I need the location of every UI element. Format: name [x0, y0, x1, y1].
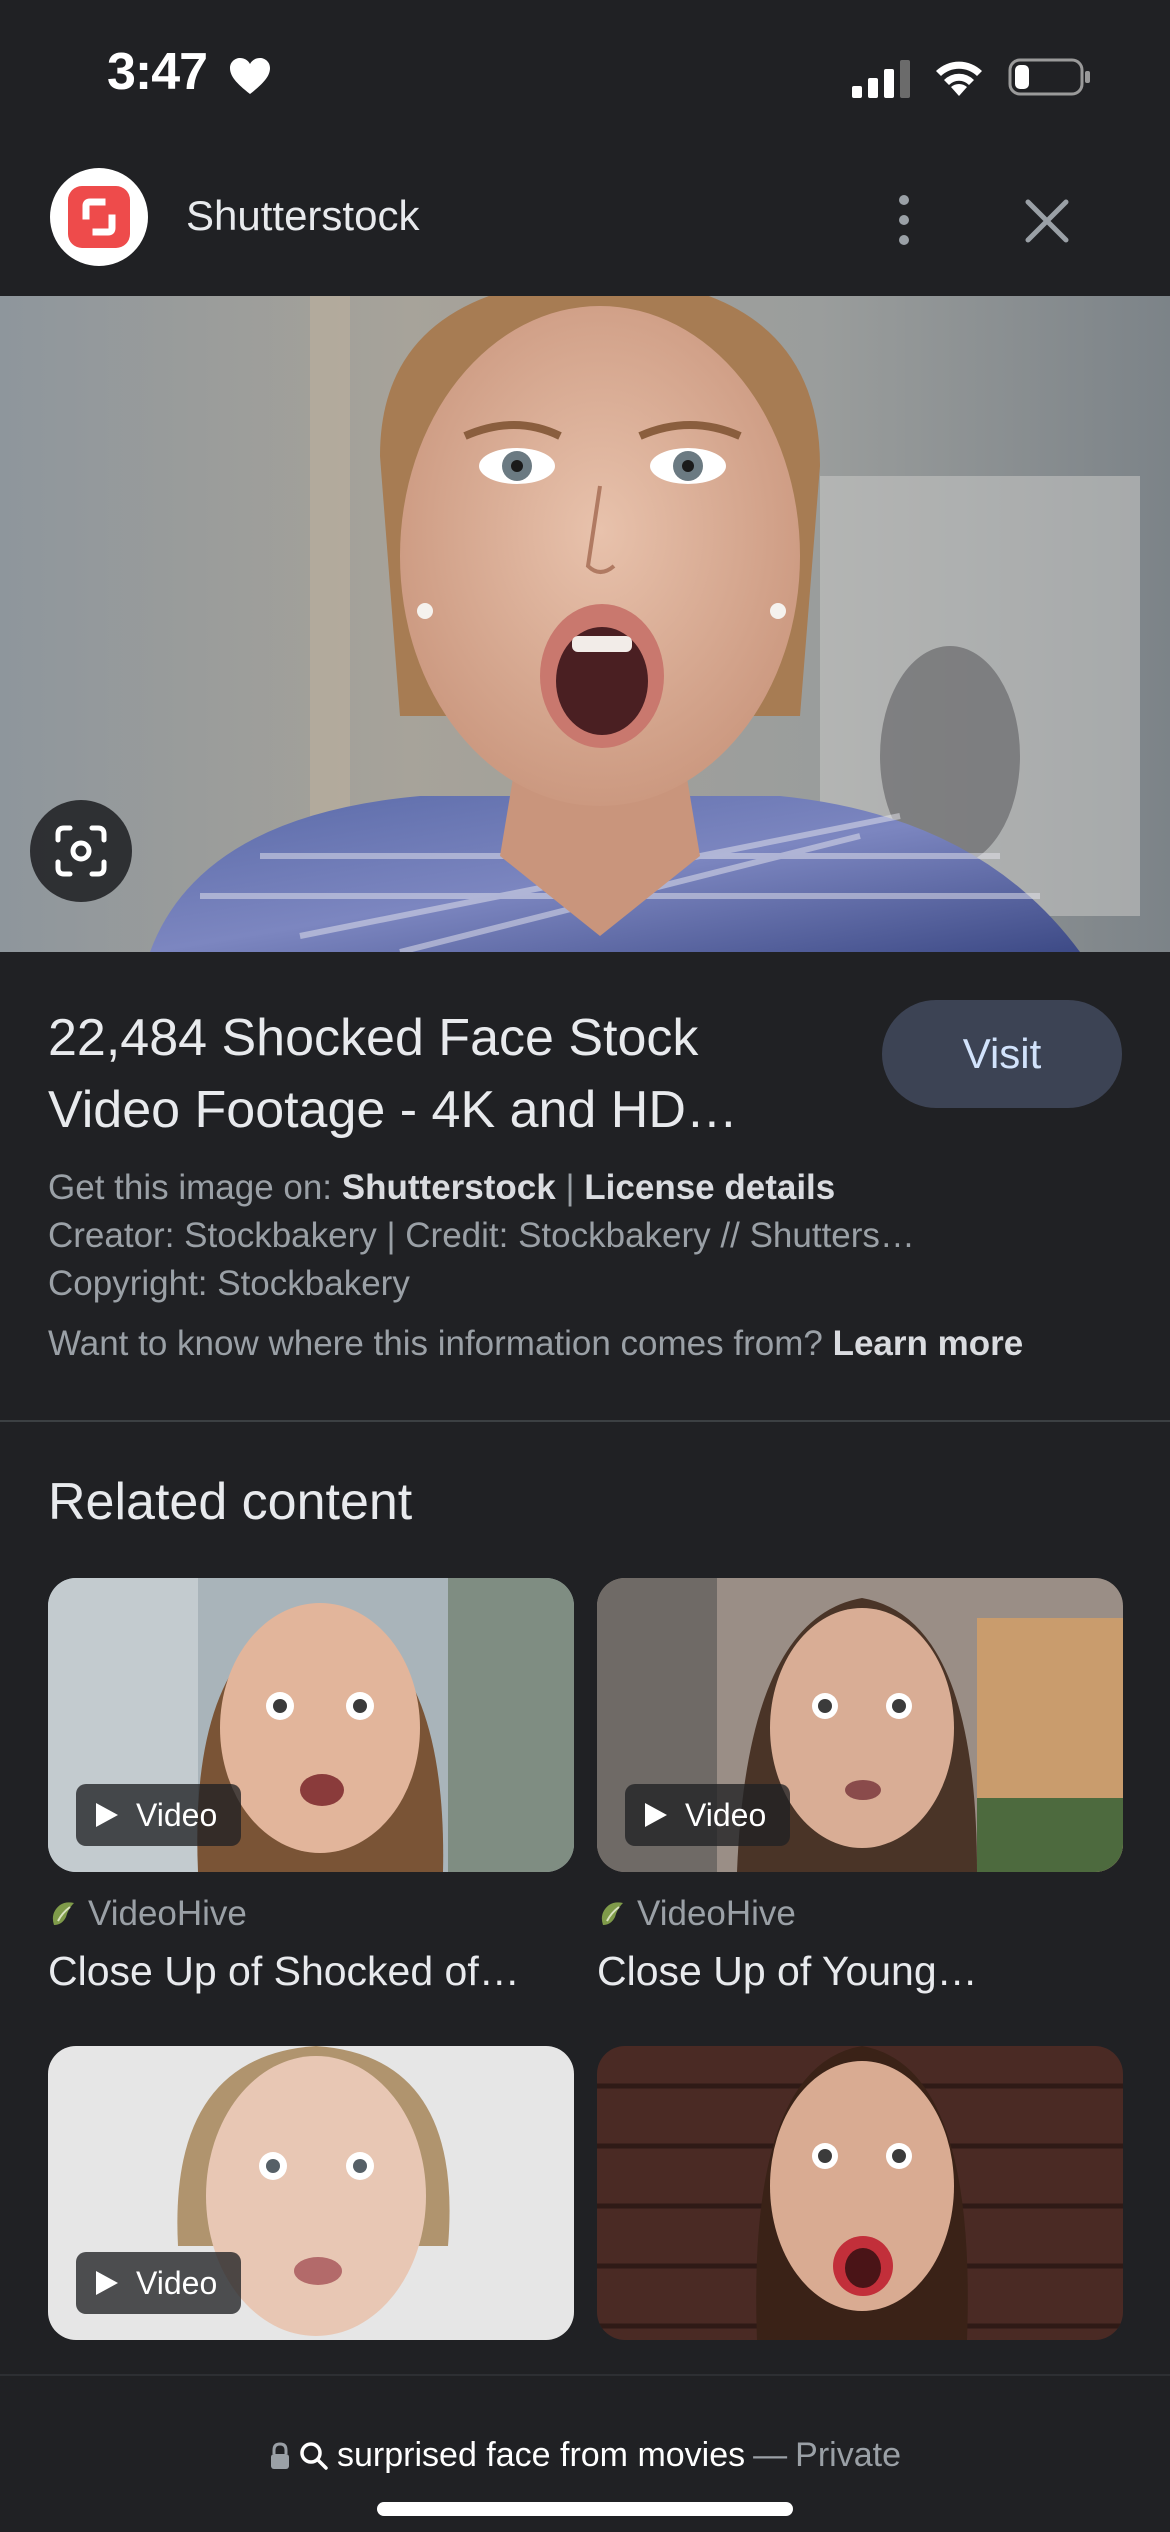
separator: | — [565, 1168, 575, 1207]
info-source-line: Want to know where this information come… — [48, 1324, 1023, 1364]
section-divider — [0, 1420, 1170, 1422]
get-image-prefix: Get this image on: — [48, 1168, 333, 1207]
video-badge: Video — [76, 1784, 242, 1846]
related-thumbnail[interactable]: Video — [48, 2046, 574, 2340]
wifi-icon — [936, 61, 982, 96]
related-thumbnail[interactable] — [597, 2046, 1123, 2340]
address-bar-text[interactable]: surprised face from movies — Private — [0, 2436, 1170, 2475]
related-card[interactable]: Video VideoHive Close Up of Young… — [597, 1578, 1123, 1995]
play-icon — [96, 2271, 118, 2295]
video-badge-label: Video — [136, 1796, 218, 1833]
private-dash: — — [753, 2436, 788, 2474]
related-card[interactable]: Video — [48, 2046, 574, 2340]
address-bar[interactable]: surprised face from movies — Private — [0, 2374, 1170, 2532]
related-title[interactable]: Close Up of Shocked of… — [48, 1948, 574, 1995]
result-title-line1: 22,484 Shocked Face Stock — [48, 1009, 699, 1067]
related-source: VideoHive — [48, 1894, 574, 1934]
related-thumbnail[interactable]: Video — [48, 1578, 574, 1872]
info-question: Want to know where this information come… — [48, 1324, 823, 1363]
status-time: 3:47 — [107, 43, 208, 101]
related-content-heading: Related content — [48, 1473, 413, 1531]
search-icon — [300, 2441, 328, 2470]
search-query: surprised face from movies — [337, 2436, 746, 2474]
result-title[interactable]: 22,484 Shocked Face Stock Video Footage … — [48, 1002, 828, 1146]
more-vertical-icon[interactable] — [880, 190, 928, 250]
license-details-link[interactable]: License details — [584, 1168, 835, 1207]
home-indicator[interactable] — [377, 2502, 793, 2516]
related-source-label: VideoHive — [88, 1894, 247, 1933]
cellular-signal-icon — [852, 60, 910, 98]
battery-icon — [1008, 58, 1090, 96]
lock-icon — [271, 2441, 290, 2469]
video-badge-label: Video — [685, 1796, 767, 1833]
private-mode-label: Private — [795, 2436, 901, 2474]
lens-icon — [55, 825, 107, 877]
videohive-favicon-icon — [601, 1902, 623, 1925]
shutterstock-logo-mark — [82, 198, 116, 236]
related-card[interactable] — [597, 2046, 1123, 2340]
learn-more-link[interactable]: Learn more — [833, 1324, 1024, 1363]
status-bar: 3:47 — [0, 0, 1170, 150]
video-badge: Video — [625, 1784, 791, 1846]
related-title[interactable]: Close Up of Young… — [597, 1948, 1123, 1995]
video-badge: Video — [76, 2252, 242, 2314]
related-thumbnail[interactable]: Video — [597, 1578, 1123, 1872]
result-image[interactable] — [0, 296, 1170, 952]
play-icon — [96, 1803, 118, 1827]
related-card[interactable]: Video VideoHive Close Up of Shocked of… — [48, 1578, 574, 1995]
creator-line: Creator: Stockbakery | Credit: Stockbake… — [48, 1216, 915, 1255]
play-icon — [645, 1803, 667, 1827]
video-badge-label: Video — [136, 2264, 218, 2301]
lens-search-button[interactable] — [30, 800, 132, 902]
heart-icon — [230, 58, 270, 94]
related-photo — [597, 2046, 1123, 2340]
related-source-label: VideoHive — [637, 1894, 796, 1933]
result-title-line2: Video Footage - 4K and HD… — [48, 1081, 738, 1139]
shutterstock-logo[interactable] — [50, 168, 148, 266]
shocked-woman-photo — [0, 296, 1170, 952]
viewer-header: Shutterstock — [0, 160, 1170, 296]
get-image-line: Get this image on: Shutterstock | Licens… — [48, 1168, 835, 1208]
videohive-favicon-icon — [52, 1902, 74, 1925]
source-title[interactable]: Shutterstock — [186, 192, 419, 240]
get-image-source-link[interactable]: Shutterstock — [342, 1168, 556, 1207]
copyright-line: Copyright: Stockbakery — [48, 1264, 410, 1303]
visit-button[interactable]: Visit — [882, 1000, 1122, 1108]
close-icon[interactable] — [1018, 192, 1076, 250]
related-source: VideoHive — [597, 1894, 1123, 1934]
